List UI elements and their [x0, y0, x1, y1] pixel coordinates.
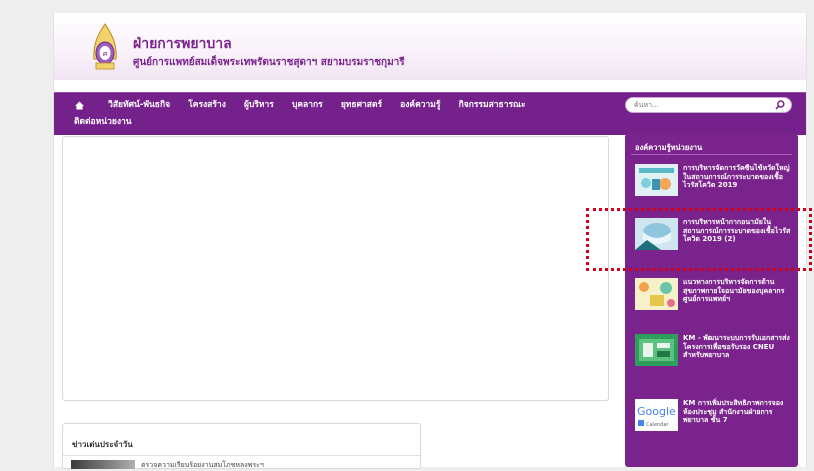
nav-item-strategy[interactable]: ยุทธศาสตร์ [341, 97, 382, 113]
nav-item-vision[interactable]: วิสัยทัศน์-พันธกิจ [108, 97, 170, 113]
nav-item-personnel[interactable]: บุคลากร [292, 97, 323, 113]
search-box [625, 97, 792, 113]
nav-item-structure[interactable]: โครงสร้าง [188, 97, 226, 113]
google-wordmark: Google [637, 405, 676, 418]
nav-item-public-activities[interactable]: กิจกรรมสาธารณะ [459, 97, 526, 113]
nav-item-contact[interactable]: ติดต่อหน่วยงาน [74, 114, 132, 130]
google-calendar-thumbnail[interactable]: Google Calendar [635, 399, 678, 431]
news-heading: ข่าวเด่นประจำวัน [72, 440, 133, 449]
vaccine-thumbnail[interactable] [635, 164, 678, 196]
home-icon[interactable] [74, 97, 85, 113]
mask-thumbnail[interactable] [635, 218, 678, 250]
hospital-logo[interactable]: ศ [90, 23, 120, 71]
sidebar-heading: องค์ความรู้หน่วยงาน [635, 143, 703, 152]
svg-text:ศ: ศ [103, 50, 108, 58]
daily-news-box: ข่าวเด่นประจำวัน ตรวจความเรียบร้อยงานสมโ… [62, 423, 421, 469]
sidebar-divider [631, 154, 792, 155]
knowledge-sidebar: องค์ความรู้หน่วยงาน การบริหารจัดการวัคซี… [625, 134, 798, 467]
page: ศ ฝ่ายการพยาบาล ศูนย์การแพทย์สมเด็จพระเท… [53, 13, 812, 469]
cneu-thumbnail[interactable] [635, 334, 678, 366]
sidebar-post-title[interactable]: KM การเพิ่มประสิทธิภาพการจองห้องประชุม ส… [683, 399, 793, 425]
calendar-wordmark: Calendar [646, 422, 669, 428]
wellbeing-thumbnail[interactable] [635, 278, 678, 310]
news-item-link[interactable]: ตรวจความเรียบร้อยงานสมโภชหลงพระฯ [141, 460, 264, 471]
nav-item-knowledge[interactable]: องค์ความรู้ [400, 97, 440, 113]
site-header: ศ ฝ่ายการพยาบาล ศูนย์การแพทย์สมเด็จพระเท… [54, 13, 806, 80]
search-icon[interactable] [774, 99, 786, 111]
search-input[interactable] [634, 99, 764, 110]
news-thumbnail[interactable] [71, 460, 135, 469]
main-content-panel [62, 136, 609, 401]
sidebar-post-title[interactable]: การบริหารหน้ากากอนามัยในสถานการณ์การระบา… [683, 218, 793, 244]
sidebar-post-title[interactable]: KM - พัฒนาระบบการรับเอกสารส่งโครงการเพื่… [683, 334, 793, 360]
sidebar-post-title[interactable]: แนวทางการบริหารจัดการด้านสุขภาพกายใจอนาม… [683, 278, 793, 304]
news-divider [63, 455, 420, 456]
sidebar-post-title[interactable]: การบริหารจัดการวัคซีนไข้หวัดใหญ่ในสถานกา… [683, 164, 793, 190]
nav-item-executives[interactable]: ผู้บริหาร [244, 97, 274, 113]
site-subtitle: ศูนย์การแพทย์สมเด็จพระเทพรัตนราชสุดาฯ สย… [133, 57, 405, 68]
site-title: ฝ่ายการพยาบาล [133, 36, 232, 52]
main-navigation: วิสัยทัศน์-พันธกิจ โครงสร้าง ผู้บริหาร บ… [54, 92, 806, 135]
